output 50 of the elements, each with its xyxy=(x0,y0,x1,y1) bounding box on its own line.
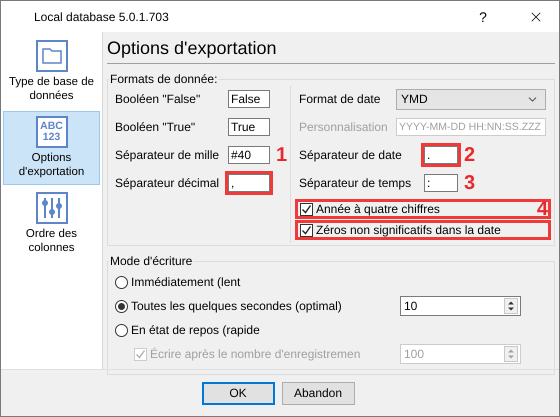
dialog-button[interactable]: Abandon xyxy=(282,382,354,404)
text-field[interactable]: . xyxy=(424,146,458,164)
field-label: Séparateur de mille xyxy=(115,148,220,162)
help-button[interactable]: ? xyxy=(453,8,513,24)
sidebar-item-label: Type de base de données xyxy=(8,75,96,103)
group-legend: Mode d'écriture xyxy=(109,254,194,268)
check-icon xyxy=(301,224,312,236)
page-title: Options d'exportation xyxy=(107,36,555,64)
field-label: Séparateur décimal xyxy=(115,176,220,190)
checkbox[interactable]: Année à quatre chiffres 4 xyxy=(295,199,551,219)
text-field[interactable]: , xyxy=(228,174,270,192)
field-label: Booléen "True" xyxy=(115,120,196,134)
dialog-button[interactable]: OK xyxy=(202,382,274,404)
text-field[interactable]: True xyxy=(228,118,270,136)
callout-number: 1 xyxy=(276,145,288,165)
number-spinner[interactable]: 10 xyxy=(400,296,521,316)
sidebar-item[interactable]: Ordre des colonnes xyxy=(3,187,100,261)
sidebar-item[interactable]: Type de base de données xyxy=(3,35,100,109)
checkbox[interactable]: Zéros non significatifs dans la date xyxy=(295,220,551,240)
field-label: Séparateur de date xyxy=(299,148,403,162)
callout-number: 4 xyxy=(536,199,548,219)
field-label: Format de date xyxy=(299,92,382,106)
sliders-icon xyxy=(36,192,68,224)
group-legend: Formats de donnée: xyxy=(109,72,218,86)
radio-circle[interactable] xyxy=(115,276,128,288)
callout-number: 3 xyxy=(464,173,476,193)
check-icon xyxy=(135,348,146,360)
radio-button[interactable]: Toutes les quelques secondes (optimal) xyxy=(115,299,342,313)
text-field[interactable]: #40 xyxy=(228,146,270,164)
field-label: Séparateur de temps xyxy=(299,176,412,190)
dropdown[interactable]: YMD xyxy=(396,88,546,110)
radio-button[interactable]: Immédiatement (lent xyxy=(115,275,240,289)
folder-icon xyxy=(36,40,68,72)
text-field[interactable]: : xyxy=(424,174,458,192)
radio-circle[interactable] xyxy=(115,300,128,312)
letters-numbers-icon: ABC 123 xyxy=(36,116,68,148)
checkbox-square[interactable] xyxy=(300,224,313,236)
check-icon xyxy=(301,204,312,214)
field-label: Booléen "False" xyxy=(115,92,202,106)
sidebar-item-label: Options d'exportation xyxy=(18,151,86,179)
sidebar-item-label: Ordre des colonnes xyxy=(24,227,78,255)
spin-arrows-icon[interactable] xyxy=(504,298,518,314)
sidebar-item[interactable]: ABC 123 Options d'exportation xyxy=(3,111,100,185)
callout-number: 2 xyxy=(464,145,476,165)
radio-circle[interactable] xyxy=(115,324,128,336)
window-title: Local database 5.0.1.703 xyxy=(34,10,170,24)
checkbox-square[interactable] xyxy=(300,202,313,216)
radio-button[interactable]: En état de repos (rapide xyxy=(115,323,260,337)
text-field[interactable]: False xyxy=(228,90,270,108)
field-label: Personnalisation xyxy=(299,120,389,134)
